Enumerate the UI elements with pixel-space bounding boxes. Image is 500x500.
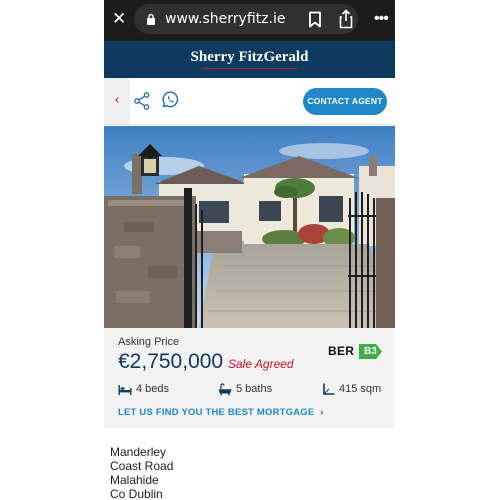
ber-badge: BER B3 [328, 343, 382, 360]
ber-label: BER [328, 344, 355, 358]
address-line: Malahide [110, 473, 159, 487]
browser-toolbar: ✕ www.sherryfitz.ie ••• [104, 0, 395, 41]
contact-agent-button[interactable]: CONTACT AGENT [303, 88, 387, 115]
beds-text: 4 beds [136, 383, 170, 395]
back-button[interactable]: ‹ [104, 78, 130, 124]
whatsapp-icon[interactable] [162, 91, 179, 108]
brand-underline [202, 68, 298, 69]
bed-icon [118, 384, 132, 395]
bath-icon [218, 382, 232, 395]
area-feature: 415 sqm [323, 381, 381, 397]
property-photo[interactable] [104, 126, 395, 328]
ber-rating: B3 [364, 346, 377, 357]
mortgage-link[interactable]: LET US FIND YOU THE BEST MORTGAGE › [118, 406, 324, 419]
bookmark-icon[interactable] [308, 11, 322, 28]
property-address: Manderley Coast Road Malahide Co Dublin [104, 428, 395, 500]
listing-action-bar: ‹ CONTACT AGENT [104, 78, 395, 125]
beds-feature: 4 beds [118, 381, 169, 397]
sale-status: Sale Agreed [228, 357, 294, 371]
baths-text: 5 baths [236, 383, 273, 395]
site-header: Sherry FitzGerald [104, 41, 395, 78]
close-icon[interactable]: ✕ [112, 9, 126, 29]
url-text: www.sherryfitz.ie [165, 11, 286, 27]
area-text: 415 sqm [339, 383, 382, 395]
address-line: Manderley [110, 445, 167, 459]
lock-icon [147, 13, 155, 25]
chevron-right-icon: › [320, 407, 324, 418]
share-icon[interactable] [338, 9, 354, 29]
price-card: Asking Price €2,750,000 Sale Agreed BER … [104, 328, 395, 428]
address-bar[interactable]: www.sherryfitz.ie [134, 4, 358, 34]
baths-feature: 5 baths [218, 381, 272, 397]
brand-logo[interactable]: Sherry FitzGerald [104, 49, 395, 66]
asking-price-label: Asking Price [118, 336, 180, 348]
address-line: Co Dublin [110, 487, 163, 500]
address-line: Coast Road [110, 459, 174, 473]
area-icon [323, 383, 335, 395]
phone-viewport: ✕ www.sherryfitz.ie ••• Sherry FitzGeral… [104, 0, 395, 500]
share-icon[interactable] [134, 92, 150, 110]
more-options-icon[interactable]: ••• [374, 10, 389, 30]
asking-price: €2,750,000 [118, 350, 224, 373]
mortgage-link-text: LET US FIND YOU THE BEST MORTGAGE [118, 407, 315, 418]
